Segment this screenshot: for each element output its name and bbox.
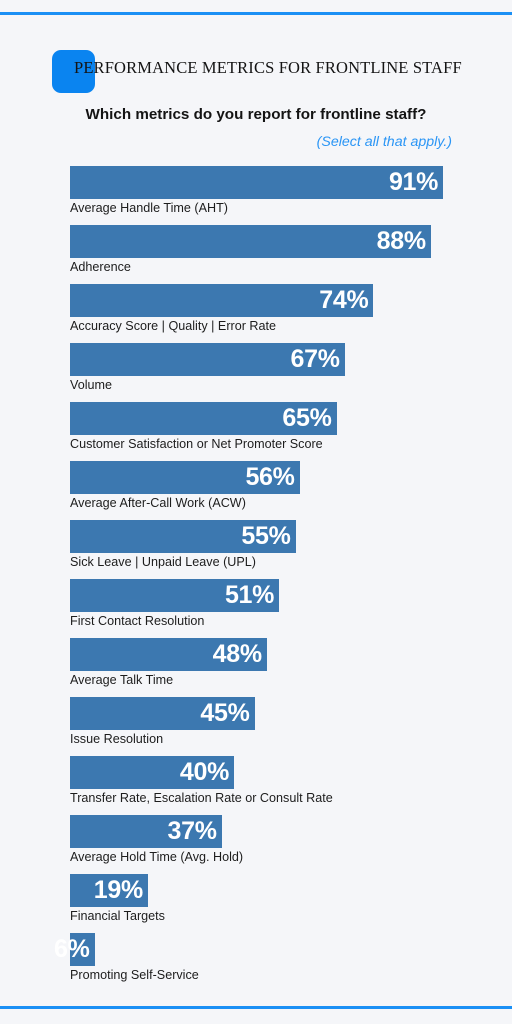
bar-value-label: 55% bbox=[241, 522, 291, 550]
page-title: PERFORMANCE METRICS FOR FRONTLINE STAFF bbox=[74, 58, 462, 77]
bar-category-label: Issue Resolution bbox=[70, 732, 164, 746]
infographic-page: PERFORMANCE METRICS FOR FRONTLINE STAFF … bbox=[0, 0, 512, 1024]
bar: 88% bbox=[70, 225, 431, 258]
bar-row: 37% Average Hold Time (Avg. Hold) bbox=[70, 815, 470, 874]
bar-category-label: Sick Leave | Unpaid Leave (UPL) bbox=[70, 555, 256, 569]
bar-value-label: 74% bbox=[319, 286, 369, 314]
bar-value-label: 48% bbox=[212, 640, 262, 668]
bar: 56% bbox=[70, 461, 300, 494]
bar-value-label: 65% bbox=[282, 404, 332, 432]
bar-value-label: 56% bbox=[245, 463, 295, 491]
bar-row: 55% Sick Leave | Unpaid Leave (UPL) bbox=[70, 520, 470, 579]
bar-category-label: Promoting Self-Service bbox=[70, 968, 199, 982]
bar-category-label: Adherence bbox=[70, 260, 131, 274]
bar: 6% bbox=[54, 933, 95, 966]
bar-row: 48% Average Talk Time bbox=[70, 638, 470, 697]
bar-row: 74% Accuracy Score | Quality | Error Rate bbox=[70, 284, 470, 343]
bar-category-label: Average Talk Time bbox=[70, 673, 174, 687]
bar-category-label: Average Hold Time (Avg. Hold) bbox=[70, 850, 244, 864]
bar: 67% bbox=[70, 343, 345, 376]
bar-value-label: 45% bbox=[200, 699, 250, 727]
bar-category-label: Average Handle Time (AHT) bbox=[70, 201, 228, 215]
horizontal-bar-chart: 91% Average Handle Time (AHT) 88% Adherence… bbox=[54, 166, 470, 992]
bar-category-label: Transfer Rate, Escalation Rate or Consul… bbox=[70, 791, 333, 805]
bar-value-label: 40% bbox=[179, 758, 229, 786]
bar-row: 45% Issue Resolution bbox=[70, 697, 470, 756]
bar-value-label: 88% bbox=[376, 227, 426, 255]
bar-value-label: 67% bbox=[290, 345, 340, 373]
bar-value-label: 91% bbox=[388, 168, 439, 196]
question-heading: Which metrics do you report for frontlin… bbox=[85, 106, 427, 123]
question-subnote: (Select all that apply.) bbox=[316, 134, 452, 150]
bar: 74% bbox=[70, 284, 374, 317]
bar-category-label: Average After-Call Work (ACW) bbox=[70, 496, 246, 510]
bar: 51% bbox=[70, 579, 280, 612]
bar: 91% bbox=[70, 166, 444, 199]
bar: 55% bbox=[70, 520, 296, 553]
bar-row: 40% Transfer Rate, Escalation Rate or Con… bbox=[70, 756, 470, 815]
header: PERFORMANCE METRICS FOR FRONTLINE STAFF bbox=[0, 44, 512, 98]
bar: 37% bbox=[70, 815, 222, 848]
bar-row: 19% Financial Targets bbox=[70, 874, 470, 933]
bar-value-label: 37% bbox=[167, 817, 217, 845]
bar-row: 88% Adherence bbox=[70, 225, 470, 284]
bar-row: 6% Promoting Self-Service bbox=[54, 933, 470, 992]
bar: 19% bbox=[70, 874, 148, 907]
bar-row: 65% Customer Satisfaction or Net Promoter… bbox=[70, 402, 470, 461]
bar-category-label: Accuracy Score | Quality | Error Rate bbox=[70, 319, 277, 333]
bar-value-label: 6% bbox=[54, 935, 90, 963]
bar: 65% bbox=[70, 402, 337, 435]
bar-category-label: Volume bbox=[70, 378, 113, 392]
bar-category-label: First Contact Resolution bbox=[70, 614, 205, 628]
bar: 45% bbox=[70, 697, 255, 730]
bar-row: 51% First Contact Resolution bbox=[70, 579, 470, 638]
top-accent-rule bbox=[0, 12, 512, 15]
bar-row: 56% Average After-Call Work (ACW) bbox=[70, 461, 470, 520]
bar-category-label: Financial Targets bbox=[70, 909, 165, 923]
bar-value-label: 51% bbox=[224, 581, 275, 609]
bar-row: 91% Average Handle Time (AHT) bbox=[70, 166, 470, 225]
bar: 48% bbox=[70, 638, 267, 671]
bar-category-label: Customer Satisfaction or Net Promoter Sc… bbox=[70, 437, 323, 451]
bar: 40% bbox=[70, 756, 234, 789]
bar-value-label: 19% bbox=[93, 876, 143, 904]
bottom-accent-rule bbox=[0, 1006, 512, 1009]
bar-row: 67% Volume bbox=[70, 343, 470, 402]
